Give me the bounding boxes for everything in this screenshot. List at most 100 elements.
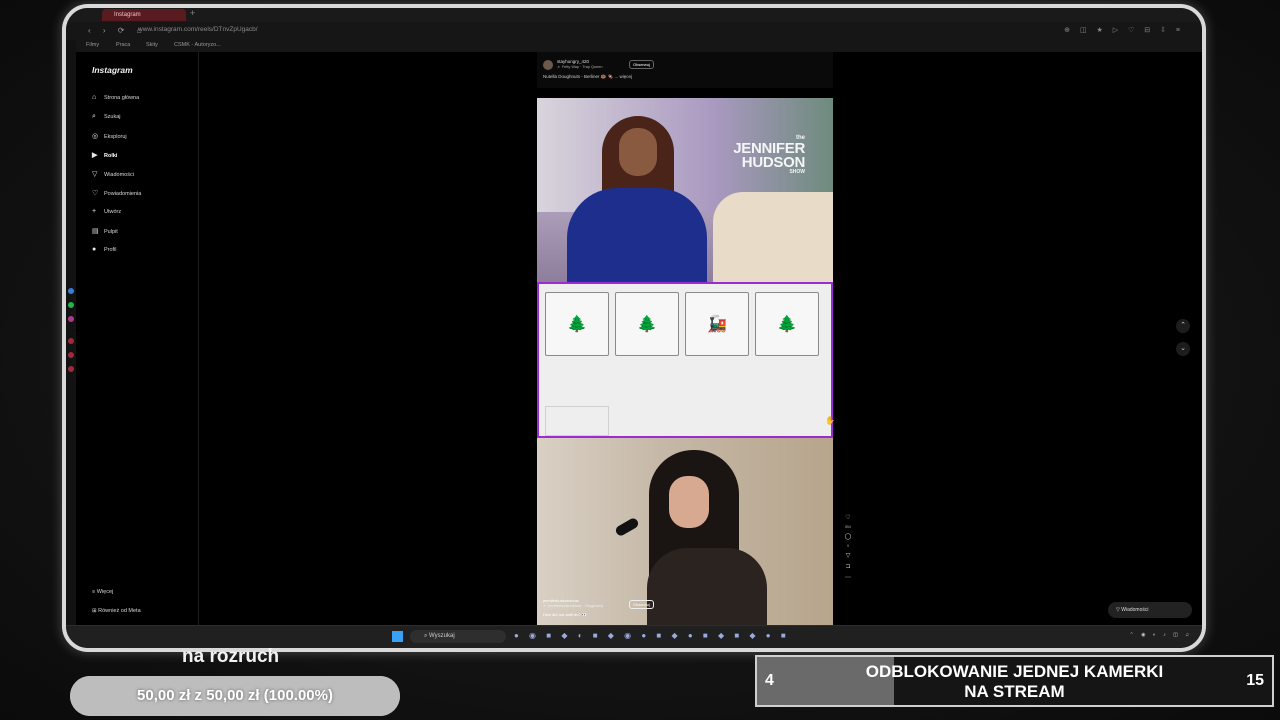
show-logo: the JENNIFER HUDSON SHOW [733,135,805,175]
reel-username[interactable]: jenniferhudsonshow [543,598,579,603]
instagram-icon[interactable] [68,316,74,322]
windows-start-icon[interactable] [392,631,403,642]
reel-actions: ♡ 854 ◯ 9 ▽ ⊐ ⋯ [842,514,854,585]
nav-label: Pulpit [104,229,118,235]
reel-header: stayhungry_420 ♬ Fetty Wap · Trap Queen … [537,52,833,88]
heart-icon: ♡ [92,190,99,197]
browser-side-rail [66,40,76,626]
host-face [619,128,657,176]
game-card[interactable]: 🚂 [685,292,749,356]
nav-home[interactable]: ⌂ Strona główna [92,94,139,101]
share-icon[interactable]: ▽ [842,552,854,559]
home-icon: ⌂ [92,94,97,101]
tab-bar: Instagram + [66,8,1202,22]
system-tray-icon[interactable]: ⌃ ◉ ◐ ♪ ◫ ♫ [1130,632,1193,638]
nav-create[interactable]: + Utwórz [92,208,121,215]
follow-button[interactable]: Obserwuj [629,600,654,609]
reel-song[interactable]: ♬ jenniferhudsonshow · Oryginalny [543,604,603,608]
windows-taskbar: ⌕ Wyszukaj ● ◉ ■ ◆ ◐ ■ ◆ ◉ ● ■ ◆ ● ■ ◆ ■… [66,625,1202,648]
nav-more[interactable]: ≡ Więcej [92,589,113,595]
answer-slot[interactable] [545,406,609,436]
search-icon: ⌕ [92,113,96,120]
game-card[interactable]: 🌲 [755,292,819,356]
donation-progress-bar: 50,00 zł z 50,00 zł (100.00%) [70,676,400,716]
meta-icon: ⊞ [92,608,97,614]
messages-label: Wiadomości [1121,607,1149,613]
whatsapp-icon[interactable] [68,302,74,308]
reel-video-bottom[interactable]: jenniferhudsonshow ♬ jenniferhudsonshow … [537,438,833,628]
rail-icon-1[interactable] [68,338,74,344]
couch [713,192,833,282]
nav-label: Szukaj [104,114,121,120]
nav-label: Również od Meta [98,608,141,614]
nav-label: Eksploruj [104,134,127,140]
taskbar-apps-icon[interactable]: ● ◉ ■ ◆ ◐ ■ ◆ ◉ ● ■ ◆ ● ■ ◆ ■ ◆ ● ■ [514,631,790,640]
instagram-page: Instagram ⌂ Strona główna ⌕ Szukaj ◎ Eksplo… [76,52,1202,628]
like-icon[interactable]: ♡ [842,514,854,521]
menu-icon: ≡ [92,589,96,595]
reels-icon: ▶ [92,152,98,159]
messages-button[interactable]: ▽ Wiadomości [1108,602,1192,618]
reel-caption[interactable]: How did our staff do? 👀 [543,612,587,617]
reel-caption[interactable]: Nutella Doughnuts - Berliner 🍩 🍫 ... wię… [543,74,632,80]
guest-body [647,548,767,628]
nav-label: Strona główna [104,95,140,101]
reel-song[interactable]: ♬ Fetty Wap · Trap Queen [557,65,602,69]
new-tab-icon[interactable]: + [190,8,195,18]
nav-notifications[interactable]: ♡ Powiadomienia [92,189,141,197]
url-field[interactable]: www.instagram.com/reels/DTnvZpUgacb/ [138,26,258,33]
game-card[interactable]: 🌲 [545,292,609,356]
counter-title-line2: NA STREAM [964,682,1065,701]
dashboard-icon: ▤ [92,228,99,235]
more-options-icon[interactable]: ⋯ [842,574,854,581]
comment-icon[interactable]: ◯ [842,533,854,540]
scroll-up-icon[interactable]: ⌃ [1176,319,1190,333]
reel-video-top[interactable]: the JENNIFER HUDSON SHOW [537,98,833,298]
monitor-frame: Instagram + ‹ › ⟳ ⌂ www.instagram.com/re… [62,4,1206,652]
comment-count: 9 [847,544,849,548]
bookmark-filmy[interactable]: Filmy [86,42,99,48]
settings-icon[interactable] [68,366,74,372]
taskbar-search[interactable]: ⌕ Wyszukaj [410,630,506,643]
instagram-sidebar: Instagram ⌂ Strona główna ⌕ Szukaj ◎ Eksplo… [76,52,199,626]
nav-profile[interactable]: ● Profil [92,246,117,253]
nav-label: Powiadomienia [104,191,142,197]
counter-target: 15 [1246,672,1264,689]
nav-explore[interactable]: ◎ Eksploruj [92,132,127,140]
nav-search[interactable]: ⌕ Szukaj [92,113,121,121]
bookmark-praca[interactable]: Praca [116,42,130,48]
counter-goal-box: 4 ODBLOKOWANIE JEDNEJ KAMERKI NA STREAM … [755,655,1274,707]
counter-title-line1: ODBLOKOWANIE JEDNEJ KAMERKI [865,662,1164,681]
mouse-cursor-icon: ✋ [825,416,835,425]
nav-label: Więcej [96,589,114,595]
taskbar-search-label: Wyszukaj [429,633,455,639]
avatar[interactable] [543,60,553,70]
game-card[interactable]: 🌲 [615,292,679,356]
counter-current: 4 [765,672,774,689]
save-icon[interactable]: ⊐ [842,563,854,570]
card-game-overlay: 🌲 🌲 🚂 🌲 ✋ [537,282,835,438]
nav-meta[interactable]: ⊞ Również od Meta [92,608,141,614]
nav-label: Utwórz [104,209,122,215]
guest-face [669,476,709,528]
bookmarks-bar: Filmy Praca Skity CSMK - Autoryzo... [66,40,1202,52]
follow-button[interactable]: Obserwuj [629,60,654,69]
nav-label: Rolki [104,153,118,159]
instagram-logo[interactable]: Instagram [92,65,133,75]
microphone [614,516,640,538]
rail-icon-2[interactable] [68,352,74,358]
nav-messages[interactable]: ▽ Wiadomości [92,170,134,178]
extensions-icon[interactable]: ⊕ ◫ ★ ▷ ♡ ⊟ ⇩ ≡ [1064,26,1184,34]
messenger-icon[interactable] [68,288,74,294]
like-count: 854 [845,525,851,529]
bookmark-skity[interactable]: Skity [146,42,158,48]
goal-title: na rozruch [182,646,280,667]
bookmark-csmk[interactable]: CSMK - Autoryzo... [174,42,221,48]
scroll-down-icon[interactable]: ⌄ [1176,342,1190,356]
browser-tab[interactable]: Instagram [102,9,186,21]
nav-reels[interactable]: ▶ Rolki [92,151,117,159]
send-icon: ▽ [92,171,98,178]
reel-username[interactable]: stayhungry_420 [557,59,589,64]
nav-dashboard[interactable]: ▤ Pulpit [92,227,118,235]
profile-icon: ● [92,246,97,253]
